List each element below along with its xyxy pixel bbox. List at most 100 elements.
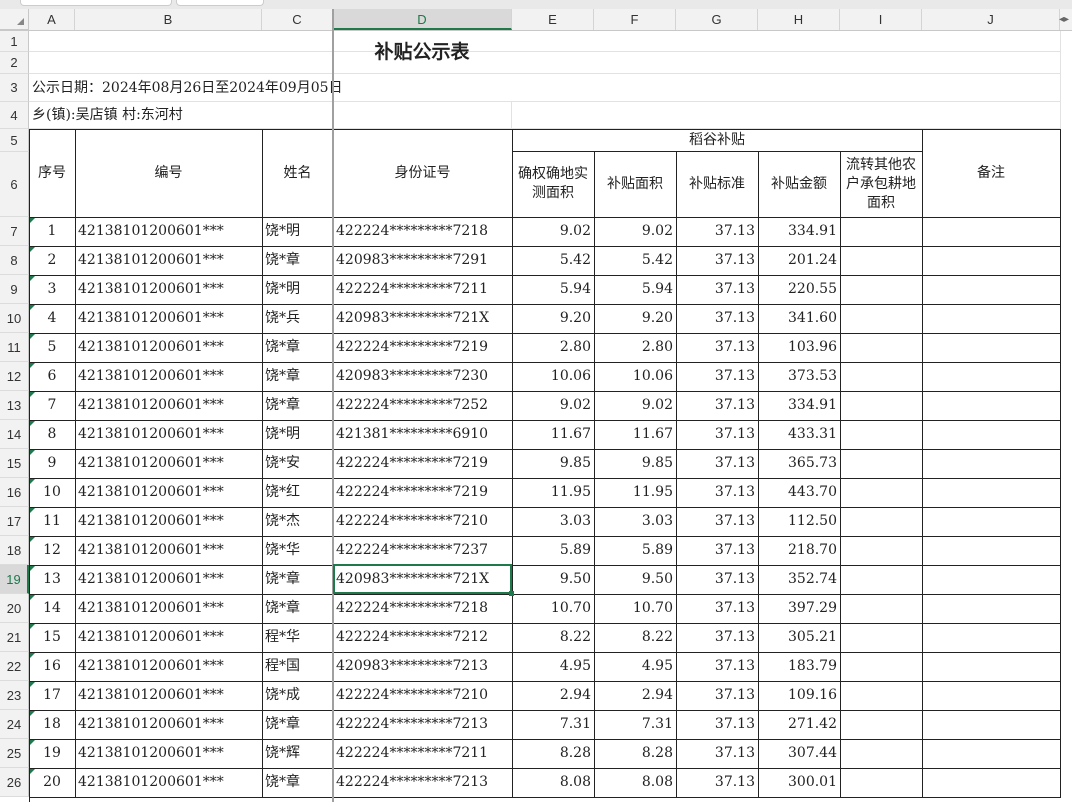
cell-code[interactable]: 42138101200601*** — [75, 420, 263, 450]
cell-sub[interactable]: 2.94 — [594, 681, 677, 711]
cell-name[interactable]: 程*华 — [262, 623, 334, 653]
cell-transfer[interactable] — [840, 391, 923, 421]
cell-transfer[interactable] — [840, 478, 923, 508]
cell-code[interactable]: 42138101200601*** — [75, 507, 263, 537]
cell-transfer[interactable] — [840, 681, 923, 711]
cell-amt[interactable]: 218.70 — [758, 536, 841, 566]
cell-id[interactable]: 422224*********7213 — [333, 710, 513, 740]
cell-area[interactable]: 9.50 — [512, 565, 595, 595]
cell-area[interactable]: 11.67 — [512, 420, 595, 450]
cell-remark[interactable] — [922, 333, 1061, 363]
cell-code[interactable]: 42138101200601*** — [75, 536, 263, 566]
cell-amt[interactable]: 334.91 — [758, 391, 841, 421]
cell-std[interactable]: 37.13 — [676, 333, 759, 363]
column-header-d[interactable]: D — [333, 9, 512, 30]
cell-area[interactable]: 9.85 — [512, 449, 595, 479]
cell-id[interactable]: 422224*********7252 — [333, 391, 513, 421]
cell-transfer[interactable] — [840, 536, 923, 566]
cell-seq[interactable]: 15 — [29, 623, 76, 653]
cell-id[interactable]: 420983*********721X — [333, 304, 513, 334]
cell-name[interactable]: 饶*章 — [262, 565, 334, 595]
cell-code[interactable]: 42138101200601*** — [75, 275, 263, 305]
cell-std[interactable]: 37.13 — [676, 246, 759, 276]
cell-remark[interactable] — [922, 478, 1061, 508]
cell-id[interactable]: 422224*********7211 — [333, 739, 513, 769]
cell-name[interactable]: 饶*章 — [262, 362, 334, 392]
row-header-7[interactable]: 7 — [0, 217, 29, 246]
cell-transfer[interactable] — [840, 507, 923, 537]
cell-std[interactable]: 37.13 — [676, 652, 759, 682]
cell-transfer[interactable] — [840, 217, 923, 247]
cell-amt[interactable]: 365.73 — [758, 449, 841, 479]
row-header-25[interactable]: 25 — [0, 739, 29, 768]
row-header-6[interactable]: 6 — [0, 152, 29, 217]
cell-code[interactable]: 42138101200601*** — [75, 565, 263, 595]
cell-sub[interactable]: 9.02 — [594, 391, 677, 421]
cell-remark[interactable] — [922, 391, 1061, 421]
cell-std[interactable]: 37.13 — [676, 768, 759, 798]
cell-remark[interactable] — [922, 565, 1061, 595]
cell-transfer[interactable] — [840, 768, 923, 798]
cell-seq[interactable]: 6 — [29, 362, 76, 392]
cell-name[interactable]: 程*国 — [262, 652, 334, 682]
row-header-22[interactable]: 22 — [0, 652, 29, 681]
cell-id[interactable]: 422224*********7219 — [333, 478, 513, 508]
cell-std[interactable]: 37.13 — [676, 623, 759, 653]
cell-seq[interactable]: 5 — [29, 333, 76, 363]
cell-amt[interactable]: 433.31 — [758, 420, 841, 450]
cell-amt[interactable]: 443.70 — [758, 478, 841, 508]
cell-code[interactable]: 42138101200601*** — [75, 710, 263, 740]
cell-std[interactable]: 37.13 — [676, 391, 759, 421]
cell-amt[interactable]: 305.21 — [758, 623, 841, 653]
cell-name[interactable]: 饶*明 — [262, 275, 334, 305]
cell-remark[interactable] — [922, 217, 1061, 247]
cell-name[interactable]: 饶*兵 — [262, 304, 334, 334]
cell-id[interactable]: 422224*********7237 — [333, 536, 513, 566]
cell-amt[interactable]: 103.96 — [758, 333, 841, 363]
cell-code[interactable]: 42138101200601*** — [75, 391, 263, 421]
cell-seq[interactable]: 17 — [29, 681, 76, 711]
cell-sub[interactable]: 2.80 — [594, 333, 677, 363]
row-header-20[interactable]: 20 — [0, 594, 29, 623]
row-header-26[interactable]: 26 — [0, 768, 29, 797]
cell-area[interactable]: 8.22 — [512, 623, 595, 653]
cell-sub[interactable]: 8.28 — [594, 739, 677, 769]
row-header-12[interactable]: 12 — [0, 362, 29, 391]
cell-sub[interactable]: 11.67 — [594, 420, 677, 450]
cell-id[interactable]: 422224*********7210 — [333, 507, 513, 537]
row-header-23[interactable]: 23 — [0, 681, 29, 710]
cell-name[interactable]: 饶*明 — [262, 217, 334, 247]
cell-transfer[interactable] — [840, 333, 923, 363]
cell-seq[interactable]: 3 — [29, 275, 76, 305]
row-header-9[interactable]: 9 — [0, 275, 29, 304]
cell-code[interactable]: 42138101200601*** — [75, 652, 263, 682]
cell-remark[interactable] — [922, 275, 1061, 305]
cell-sub[interactable]: 7.31 — [594, 710, 677, 740]
column-header-g[interactable]: G — [676, 9, 758, 30]
row-header-18[interactable]: 18 — [0, 536, 29, 565]
cell-seq[interactable]: 14 — [29, 594, 76, 624]
cell-id[interactable]: 420983*********7291 — [333, 246, 513, 276]
sheet-tab[interactable] — [176, 0, 264, 6]
cell-std[interactable]: 37.13 — [676, 739, 759, 769]
cell-seq[interactable]: 4 — [29, 304, 76, 334]
cell-code[interactable]: 42138101200601*** — [75, 362, 263, 392]
cell-sub[interactable]: 4.95 — [594, 652, 677, 682]
cell-code[interactable]: 42138101200601*** — [75, 304, 263, 334]
cell-code[interactable]: 42138101200601*** — [75, 594, 263, 624]
row-header-21[interactable]: 21 — [0, 623, 29, 652]
cell-remark[interactable] — [922, 739, 1061, 769]
cell-transfer[interactable] — [840, 652, 923, 682]
cell-amt[interactable]: 183.79 — [758, 652, 841, 682]
cell-remark[interactable] — [922, 246, 1061, 276]
row-header-4[interactable]: 4 — [0, 102, 29, 129]
cell-remark[interactable] — [922, 536, 1061, 566]
cell-name[interactable]: 饶*杰 — [262, 507, 334, 537]
cell-amt[interactable]: 220.55 — [758, 275, 841, 305]
cell-code[interactable]: 42138101200601*** — [75, 246, 263, 276]
column-header-h[interactable]: H — [758, 9, 840, 30]
cell-id[interactable]: 421381*********6910 — [333, 420, 513, 450]
cell-area[interactable]: 5.89 — [512, 536, 595, 566]
cell-area[interactable]: 5.42 — [512, 246, 595, 276]
cell-transfer[interactable] — [840, 623, 923, 653]
